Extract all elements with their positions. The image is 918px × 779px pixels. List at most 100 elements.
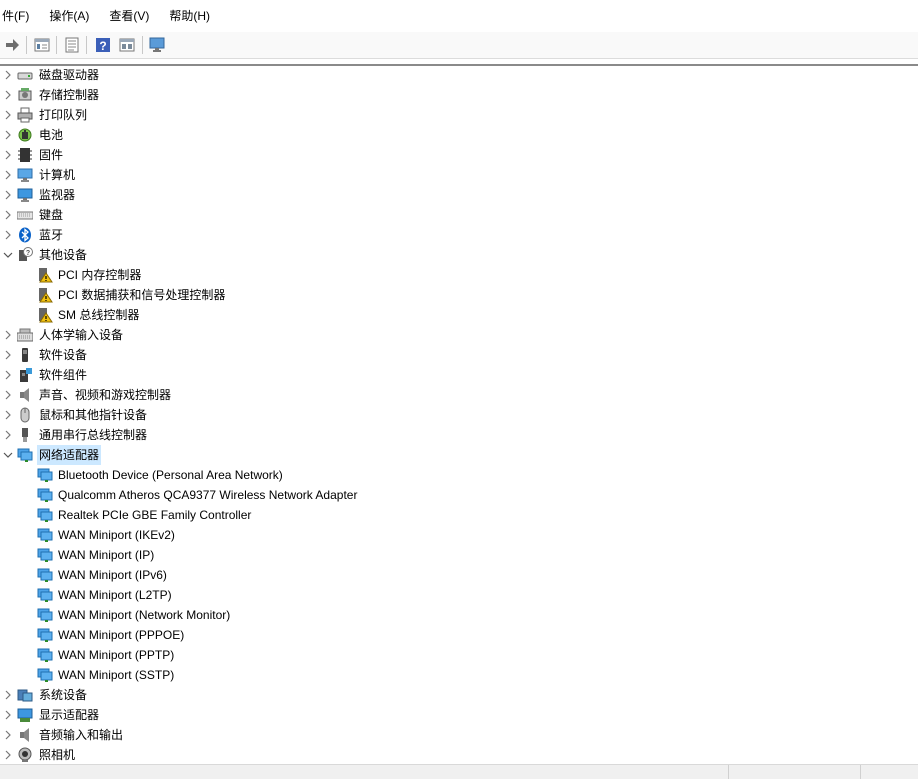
tree-node[interactable]: ? 其他设备 — [0, 245, 918, 265]
chevron-right-icon[interactable] — [2, 145, 14, 165]
tree-child-label: WAN Miniport (IKEv2) — [58, 528, 175, 542]
menu-view[interactable]: 查看(V) — [103, 6, 155, 26]
usb-icon — [22, 428, 28, 442]
forward-button[interactable] — [2, 35, 22, 55]
tree-child-node[interactable]: WAN Miniport (IP) — [0, 545, 918, 565]
tree-node[interactable]: 音频输入和输出 — [0, 725, 918, 745]
tree-node-label: 音频输入和输出 — [39, 728, 124, 742]
chevron-right-icon[interactable] — [2, 325, 14, 345]
tree-child-node[interactable]: WAN Miniport (PPPOE) — [0, 625, 918, 645]
tree-node-label: 人体学输入设备 — [39, 328, 124, 342]
tree-node-label: 磁盘驱动器 — [39, 68, 100, 82]
tree-node[interactable]: 鼠标和其他指针设备 — [0, 405, 918, 425]
details-button[interactable] — [62, 35, 82, 55]
tree-node-label: 鼠标和其他指针设备 — [39, 408, 148, 422]
chevron-right-icon[interactable] — [2, 345, 14, 365]
tree-node[interactable]: 声音、视频和游戏控制器 — [0, 385, 918, 405]
display-adapter-icon — [17, 708, 33, 722]
menu-action[interactable]: 操作(A) — [43, 6, 95, 26]
view-button[interactable] — [117, 35, 137, 55]
tree-child-label: WAN Miniport (PPTP) — [58, 648, 175, 662]
toolbar-separator — [56, 36, 57, 54]
tree-child-node[interactable]: WAN Miniport (IKEv2) — [0, 525, 918, 545]
chevron-right-icon[interactable] — [2, 165, 14, 185]
chevron-right-icon[interactable] — [2, 725, 14, 745]
computer-icon — [17, 168, 33, 182]
tree-child-node[interactable]: WAN Miniport (IPv6) — [0, 565, 918, 585]
tree-node-label: 软件组件 — [39, 368, 88, 382]
printer-icon — [17, 107, 33, 123]
network-adapter-icon — [37, 668, 53, 682]
chevron-right-icon[interactable] — [2, 685, 14, 705]
tree-node[interactable]: 网络适配器 — [0, 445, 918, 465]
chevron-right-icon[interactable] — [2, 125, 14, 145]
chevron-right-icon[interactable] — [2, 105, 14, 125]
warning-device-icon — [39, 308, 53, 323]
tree-child-label: WAN Miniport (SSTP) — [58, 668, 175, 682]
scan-hardware-button[interactable] — [148, 35, 168, 55]
chevron-right-icon[interactable] — [2, 425, 14, 445]
properties-button[interactable] — [32, 35, 52, 55]
software-component-icon — [20, 368, 32, 382]
tree-child-label: Qualcomm Atheros QCA9377 Wireless Networ… — [58, 488, 358, 502]
tree-node[interactable]: 固件 — [0, 145, 918, 165]
tree-child-node[interactable]: WAN Miniport (L2TP) — [0, 585, 918, 605]
tree-node-label: 蓝牙 — [39, 228, 64, 242]
tree-child-node[interactable]: PCI 内存控制器 — [0, 265, 918, 285]
tree-node[interactable]: 人体学输入设备 — [0, 325, 918, 345]
tree-node[interactable]: 蓝牙 — [0, 225, 918, 245]
network-adapter-icon — [37, 468, 53, 482]
tree-node-label: 软件设备 — [39, 348, 88, 362]
chevron-right-icon[interactable] — [2, 745, 14, 765]
tree-node[interactable]: 计算机 — [0, 165, 918, 185]
tree-node[interactable]: 显示适配器 — [0, 705, 918, 725]
tree-node[interactable]: 监视器 — [0, 185, 918, 205]
chevron-down-icon[interactable] — [2, 245, 14, 265]
svg-text:?: ? — [99, 39, 106, 53]
chevron-right-icon[interactable] — [2, 85, 14, 105]
warning-device-icon — [39, 268, 53, 283]
chevron-right-icon[interactable] — [2, 205, 14, 225]
chevron-down-icon[interactable] — [2, 445, 14, 465]
tree-node[interactable]: 键盘 — [0, 205, 918, 225]
tree-node[interactable]: 系统设备 — [0, 685, 918, 705]
properties-icon — [34, 38, 50, 52]
tree-child-node[interactable]: SM 总线控制器 — [0, 305, 918, 325]
firmware-icon — [18, 148, 32, 162]
menu-file[interactable]: 件(F) — [0, 6, 35, 26]
tree-child-node[interactable]: WAN Miniport (Network Monitor) — [0, 605, 918, 625]
tree-child-node[interactable]: PCI 数据捕获和信号处理控制器 — [0, 285, 918, 305]
tree-child-node[interactable]: Qualcomm Atheros QCA9377 Wireless Networ… — [0, 485, 918, 505]
chevron-right-icon[interactable] — [2, 185, 14, 205]
bluetooth-icon — [19, 227, 31, 243]
tree-node[interactable]: 通用串行总线控制器 — [0, 425, 918, 445]
help-button[interactable]: ? — [93, 35, 113, 55]
tree-node[interactable]: 磁盘驱动器 — [0, 65, 918, 85]
chevron-right-icon[interactable] — [2, 225, 14, 245]
tree-node-label: 电池 — [39, 128, 64, 142]
tree-node[interactable]: 打印队列 — [0, 105, 918, 125]
chevron-right-icon[interactable] — [2, 385, 14, 405]
tree-node[interactable]: 软件组件 — [0, 365, 918, 385]
forward-icon — [6, 39, 19, 51]
tree-child-node[interactable]: Realtek PCIe GBE Family Controller — [0, 505, 918, 525]
network-adapter-icon — [37, 628, 53, 642]
chevron-right-icon[interactable] — [2, 705, 14, 725]
camera-icon — [18, 747, 32, 762]
mouse-icon — [20, 407, 30, 423]
tree-child-node[interactable]: Bluetooth Device (Personal Area Network) — [0, 465, 918, 485]
tree-node[interactable]: 照相机 — [0, 745, 918, 765]
menu-help[interactable]: 帮助(H) — [163, 6, 216, 26]
tree-node[interactable]: 软件设备 — [0, 345, 918, 365]
status-bar — [0, 764, 918, 779]
tree-node[interactable]: 电池 — [0, 125, 918, 145]
chevron-right-icon[interactable] — [2, 65, 14, 85]
tree-child-label: Realtek PCIe GBE Family Controller — [58, 508, 252, 522]
tree-node[interactable]: 存储控制器 — [0, 85, 918, 105]
chevron-right-icon[interactable] — [2, 365, 14, 385]
toolbar-separator — [142, 36, 143, 54]
network-adapter-icon — [37, 548, 53, 562]
chevron-right-icon[interactable] — [2, 405, 14, 425]
tree-child-node[interactable]: WAN Miniport (SSTP) — [0, 665, 918, 685]
tree-child-node[interactable]: WAN Miniport (PPTP) — [0, 645, 918, 665]
